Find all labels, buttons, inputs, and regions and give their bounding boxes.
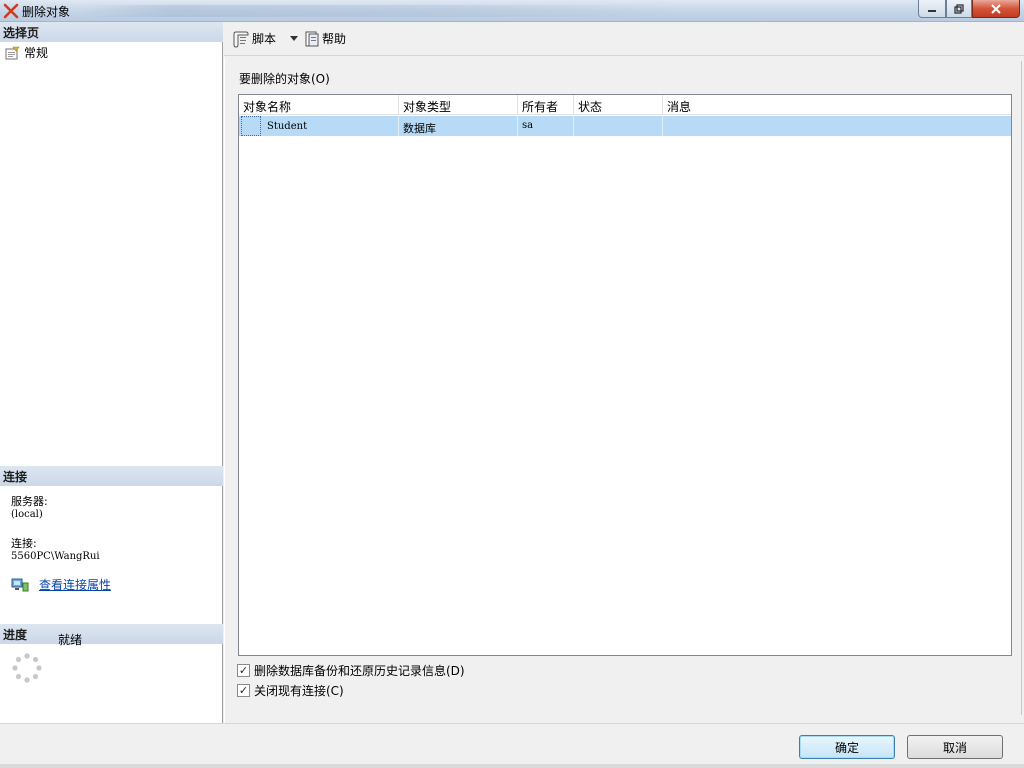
cancel-button[interactable]: 取消 — [907, 735, 1003, 759]
cell-object-name: Student — [267, 120, 308, 132]
delete-backup-history-label: 删除数据库备份和还原历史记录信息(D) — [254, 664, 465, 678]
script-icon — [233, 31, 249, 48]
close-icon — [991, 3, 1001, 14]
restore-button[interactable] — [946, 0, 972, 18]
table-row[interactable]: Student 数据库 sa — [239, 116, 1011, 136]
left-pane: 选择页 常规 连接 服务器: (local) 连接: 5560PC\WangRu… — [0, 22, 223, 723]
grid-header: 对象名称 对象类型 所有者 状态 消息 — [239, 95, 1011, 115]
objects-grid[interactable]: 对象名称 对象类型 所有者 状态 消息 Student 数据库 sa — [238, 94, 1012, 656]
minimize-button[interactable] — [918, 0, 946, 18]
nav-item-general[interactable]: 常规 — [4, 44, 48, 61]
ok-button[interactable]: 确定 — [799, 735, 895, 759]
connection-properties-icon — [11, 578, 29, 591]
status-strip — [0, 764, 1024, 768]
connection-header: 连接 — [0, 466, 223, 486]
help-label: 帮助 — [322, 32, 347, 46]
row-selector[interactable] — [241, 116, 261, 136]
script-label: 脚本 — [252, 32, 277, 46]
server-value: (local) — [11, 509, 43, 520]
help-icon — [305, 31, 319, 46]
cell-owner: sa — [518, 116, 574, 136]
script-button[interactable]: 脚本 — [232, 30, 276, 48]
progress-spinner — [11, 652, 43, 687]
close-connections-option[interactable]: ✓ 关闭现有连接(C) — [237, 682, 344, 699]
restore-icon — [954, 3, 964, 14]
close-button[interactable] — [972, 0, 1020, 18]
main-content: 要删除的对象(O) 对象名称 对象类型 所有者 状态 消息 Student 数据… — [224, 57, 1024, 723]
minimize-icon — [928, 9, 936, 12]
cell-message — [663, 116, 1011, 136]
close-connections-checkbox[interactable]: ✓ — [237, 684, 250, 697]
title-bar-background — [80, 5, 680, 17]
delete-backup-history-option[interactable]: ✓ 删除数据库备份和还原历史记录信息(D) — [237, 662, 465, 679]
column-header-status[interactable]: 状态 — [574, 95, 663, 115]
nav-item-label: 常规 — [24, 46, 49, 60]
server-label: 服务器: — [11, 495, 48, 508]
window-title: 删除对象 — [22, 5, 71, 19]
view-connection-properties[interactable]: 查看连接属性 — [11, 576, 111, 593]
general-page-icon — [5, 46, 20, 59]
spinner-icon — [12, 653, 42, 683]
toolbar: 脚本 帮助 — [224, 22, 1024, 56]
button-bar: 确定 取消 — [0, 723, 1024, 768]
column-header-message[interactable]: 消息 — [663, 95, 1011, 115]
close-connections-label: 关闭现有连接(C) — [254, 684, 344, 698]
column-header-name[interactable]: 对象名称 — [239, 95, 399, 115]
help-button[interactable]: 帮助 — [304, 30, 346, 48]
select-page-header: 选择页 — [0, 22, 223, 42]
column-header-owner[interactable]: 所有者 — [518, 95, 574, 115]
delete-x-icon — [3, 3, 19, 19]
view-connection-properties-link[interactable]: 查看连接属性 — [39, 576, 111, 593]
cell-status — [574, 116, 663, 136]
script-dropdown-arrow-icon[interactable] — [290, 36, 299, 41]
connection-label: 连接: — [11, 537, 37, 550]
column-header-type[interactable]: 对象类型 — [399, 95, 518, 115]
objects-to-delete-label: 要删除的对象(O) — [239, 72, 330, 86]
content-edge — [1021, 61, 1022, 715]
progress-status: 就绪 — [58, 633, 83, 647]
progress-header: 进度 — [0, 624, 223, 644]
connection-value: 5560PC\WangRui — [11, 551, 100, 562]
cell-object-type: 数据库 — [399, 116, 518, 136]
delete-backup-history-checkbox[interactable]: ✓ — [237, 664, 250, 677]
title-bar: 删除对象 — [0, 0, 1024, 22]
